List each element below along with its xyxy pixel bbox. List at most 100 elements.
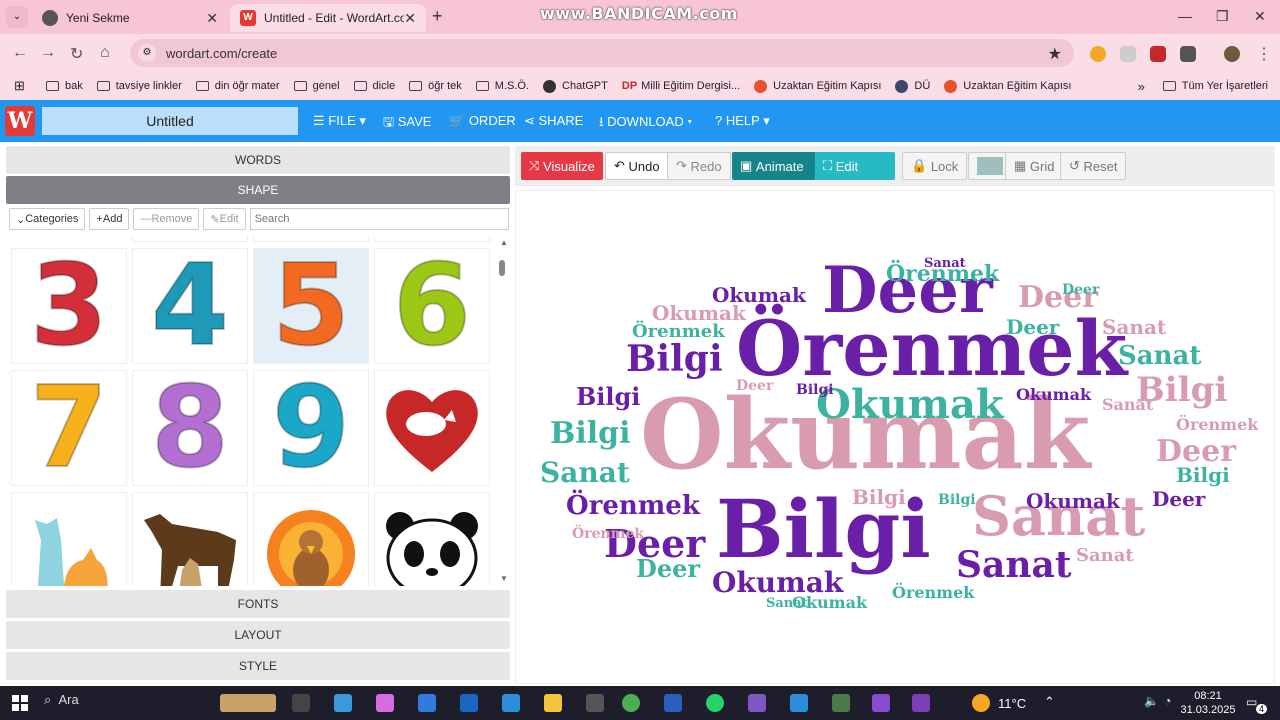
word-cloud-canvas[interactable]: Okumak Örenmek Deer Bilgi Sanat Sanat Ok… (515, 190, 1275, 684)
reload-icon[interactable]: ↻ (70, 44, 83, 64)
speaker-icon[interactable]: 🔈 (1144, 694, 1159, 708)
shape-tile-6[interactable]: 6 (374, 248, 490, 364)
add-shape-button[interactable]: + Add (89, 208, 130, 230)
extension-doc-icon[interactable] (1120, 46, 1136, 62)
shape-tile-panda[interactable] (374, 492, 490, 586)
section-shape[interactable]: SHAPE (6, 176, 510, 204)
app-icon[interactable] (748, 694, 766, 712)
bookmark-ogr-tek[interactable]: öğr tek (409, 80, 462, 92)
window-close-icon[interactable]: ✕ (1254, 8, 1266, 25)
app-icon[interactable] (586, 694, 604, 712)
extension-red-icon[interactable] (1150, 46, 1166, 62)
clock[interactable]: 08:21 31.03.2025 (1180, 689, 1236, 717)
minimize-icon[interactable]: — (1178, 8, 1192, 24)
chrome-icon[interactable] (622, 694, 640, 712)
extensions-puzzle-icon[interactable] (1180, 46, 1196, 62)
menu-help[interactable]: ? HELP ▾ (715, 113, 770, 129)
redo-button[interactable]: ↷ Redo (667, 152, 731, 180)
shape-search-input[interactable] (249, 208, 509, 230)
document-title-input[interactable] (42, 107, 298, 135)
app-icon[interactable] (912, 694, 930, 712)
store-icon[interactable] (418, 694, 436, 712)
more-bookmarks-chevron-icon[interactable]: » (1138, 79, 1145, 94)
menu-file[interactable]: ☰ FILE ▾ (313, 113, 366, 129)
undo-button[interactable]: ↶ Undo (605, 152, 669, 180)
shape-tile-8[interactable]: 8 (132, 370, 248, 486)
edit-shape-button[interactable]: ✎ Edit (203, 208, 246, 230)
weather-temperature[interactable]: 11°C (998, 696, 1026, 711)
wifi-icon[interactable]: ◔ (1164, 694, 1171, 708)
profile-avatar[interactable] (1224, 46, 1240, 62)
url-field[interactable]: ⚙ wordart.com/create ★ (130, 39, 1074, 67)
word-icon[interactable] (664, 694, 682, 712)
browser-menu-icon[interactable]: ⋮ (1256, 44, 1272, 64)
lock-button[interactable]: 🔒 Lock (902, 152, 968, 180)
animate-button[interactable]: ▣ Animate (732, 152, 816, 180)
menu-share[interactable]: ⋖ SHARE (524, 113, 583, 129)
bookmark-meb[interactable]: DP Milli Eğitim Dergisi... (622, 80, 740, 92)
close-icon[interactable]: ✕ (404, 10, 416, 27)
remove-shape-button[interactable]: — Remove (133, 208, 200, 230)
wordart-logo[interactable]: W (5, 106, 35, 136)
shape-grid-scrollbar[interactable]: ▲ ▼ (497, 236, 509, 586)
taskbar-search[interactable]: ⌕ Ara (44, 692, 79, 708)
app-icon[interactable] (502, 694, 520, 712)
all-bookmarks[interactable]: Tüm Yer İşaretleri (1162, 80, 1268, 92)
task-view-icon[interactable] (292, 694, 310, 712)
shape-tile-9[interactable]: 9 (253, 370, 369, 486)
maximize-icon[interactable]: ❐ (1216, 8, 1229, 25)
tab-wordart[interactable]: W Untitled - Edit - WordArt.com ✕ (230, 4, 426, 32)
section-layout[interactable]: LAYOUT (6, 621, 510, 649)
app-icon[interactable] (334, 694, 352, 712)
app-icon[interactable] (872, 694, 890, 712)
bookmark-star-icon[interactable]: ★ (1048, 44, 1062, 64)
section-words[interactable]: WORDS (6, 146, 510, 174)
bookmark-chatgpt[interactable]: ChatGPT (543, 79, 608, 93)
bookmark-uzaktan-2[interactable]: Uzaktan Eğitim Kapısı (944, 79, 1072, 93)
edit-button[interactable]: ⛶ Edit (815, 152, 895, 180)
apps-grid-icon[interactable]: ⊞ (14, 78, 28, 94)
reset-button[interactable]: ↺ Reset (1060, 152, 1127, 180)
section-style[interactable]: STYLE (6, 652, 510, 680)
shape-tile-cat-dog[interactable] (11, 492, 127, 586)
bookmark-dicle[interactable]: dicle (353, 80, 395, 92)
bookmark-du[interactable]: DÜ (895, 79, 930, 93)
menu-save[interactable]: 🖫 SAVE (383, 113, 431, 135)
menu-download[interactable]: ⭳ DOWNLOAD ▾ (599, 113, 692, 135)
shape-tile-dogs[interactable] (132, 492, 248, 586)
home-icon[interactable]: ⌂ (100, 44, 110, 62)
new-tab-plus-icon[interactable]: + (432, 6, 443, 27)
windows-start-icon[interactable] (12, 695, 28, 711)
site-info-icon[interactable]: ⚙ (138, 44, 156, 62)
shape-tile-7[interactable]: 7 (11, 370, 127, 486)
bookmark-din[interactable]: din öğr mater (195, 80, 280, 92)
outlook-icon[interactable] (460, 694, 478, 712)
tab-search-chevron-icon[interactable]: ⌄ (6, 6, 28, 28)
shape-tile-5[interactable]: 5 (253, 248, 369, 364)
whatsapp-icon[interactable] (706, 694, 724, 712)
bookmark-tavsiye[interactable]: tavsiye linkler (96, 80, 182, 92)
file-explorer-icon[interactable] (544, 694, 562, 712)
bookmark-bak[interactable]: bak (46, 80, 83, 92)
section-fonts[interactable]: FONTS (6, 590, 510, 618)
search-highlight-image[interactable] (220, 694, 276, 712)
bookmark-uzaktan-1[interactable]: Uzaktan Eğitim Kapısı (754, 79, 881, 93)
vscode-icon[interactable] (790, 694, 808, 712)
shape-tile-turkey[interactable] (253, 492, 369, 586)
visualize-button[interactable]: ⤨ Visualize (521, 152, 603, 180)
app-icon[interactable] (832, 694, 850, 712)
tray-chevron-icon[interactable]: ⌃ (1044, 694, 1055, 710)
shape-tile-heart-animals[interactable] (374, 370, 490, 486)
forward-icon[interactable]: → (40, 44, 56, 62)
weather-sun-icon[interactable] (972, 694, 990, 712)
tab-new-tab[interactable]: Yeni Sekme ✕ (32, 4, 228, 32)
shape-tile-4[interactable]: 4 (132, 248, 248, 364)
copilot-icon[interactable] (376, 694, 394, 712)
shape-tile-3[interactable]: 3 (11, 248, 127, 364)
back-icon[interactable]: ← (12, 44, 28, 62)
grid-button[interactable]: ▦ Grid (1005, 152, 1064, 180)
bookmark-genel[interactable]: genel (293, 80, 340, 92)
menu-order[interactable]: 🛒 ORDER (449, 113, 516, 129)
bookmark-mso[interactable]: M.S.Ö. (475, 80, 529, 92)
extension-orange-icon[interactable] (1090, 46, 1106, 62)
